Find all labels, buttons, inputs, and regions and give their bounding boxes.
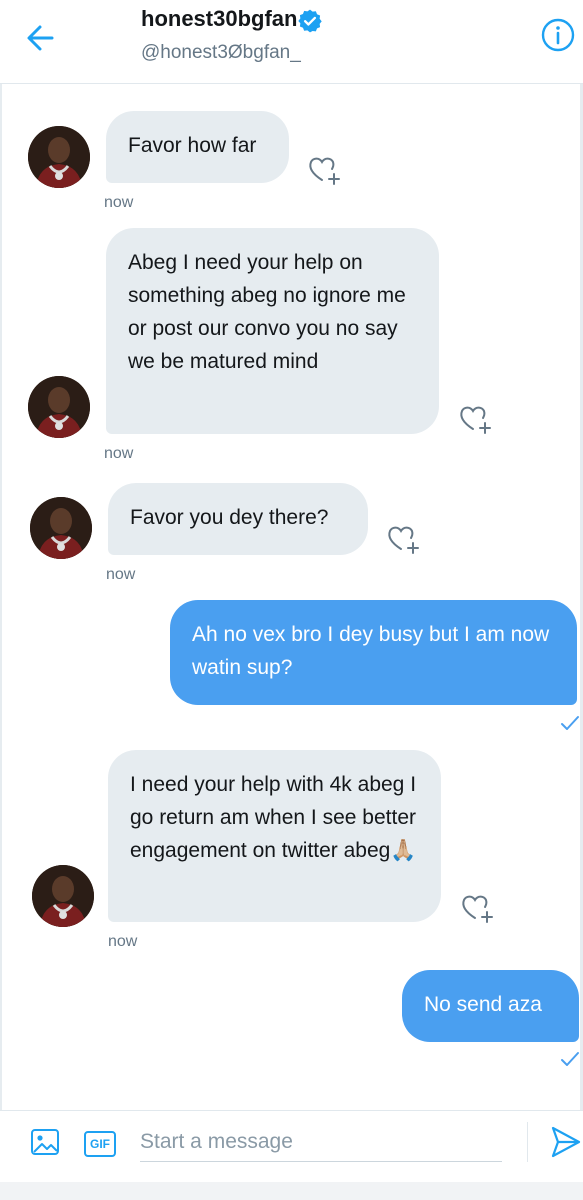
verified-badge-icon [298,9,322,33]
message-text: Ah no vex bro I dey busy but I am now wa… [192,623,550,679]
incoming-message[interactable]: I need your help with 4k abeg I go retur… [108,750,441,922]
message-text: Abeg I need your help on something abeg … [128,251,406,373]
message-text: Favor you dey there? [130,506,329,529]
like-message-icon[interactable] [458,888,496,926]
read-check-icon [561,716,579,730]
conversation-display-name[interactable]: honest30bgfan [141,6,297,32]
conversation-handle: @honest3Øbgfan_ [141,42,301,63]
message-text: I need your help with 4k abeg I go retur… [130,773,417,862]
message-timestamp: now [104,445,134,462]
message-text: No send aza [424,993,542,1016]
outgoing-message[interactable]: No send aza [402,970,579,1042]
arrow-left-icon[interactable] [22,18,62,58]
message-text: Favor how far [128,134,257,157]
like-message-icon[interactable] [384,519,422,557]
sender-avatar[interactable] [32,865,94,927]
message-timestamp: now [106,566,136,583]
read-check-icon [561,1052,579,1066]
send-icon[interactable] [550,1124,582,1160]
composer-divider [527,1122,528,1162]
incoming-message[interactable]: Favor you dey there? [108,483,368,555]
like-message-icon[interactable] [456,399,494,437]
sender-avatar[interactable] [30,497,92,559]
conversation-header: honest30bgfan @honest3Øbgfan_ [0,0,583,84]
incoming-message[interactable]: Favor how far [106,111,289,183]
sender-avatar[interactable] [28,126,90,188]
gif-label: GIF [90,1137,110,1151]
message-timestamp: now [104,194,134,211]
gif-button[interactable]: GIF [84,1131,116,1157]
image-icon[interactable] [30,1127,60,1157]
like-message-icon[interactable] [305,150,343,188]
message-timestamp: now [108,933,138,950]
info-icon[interactable] [540,17,576,53]
sender-avatar[interactable] [28,376,90,438]
outgoing-message[interactable]: Ah no vex bro I dey busy but I am now wa… [170,600,577,705]
bottom-strip [0,1182,583,1200]
incoming-message[interactable]: Abeg I need your help on something abeg … [106,228,439,434]
message-input[interactable] [140,1122,502,1162]
